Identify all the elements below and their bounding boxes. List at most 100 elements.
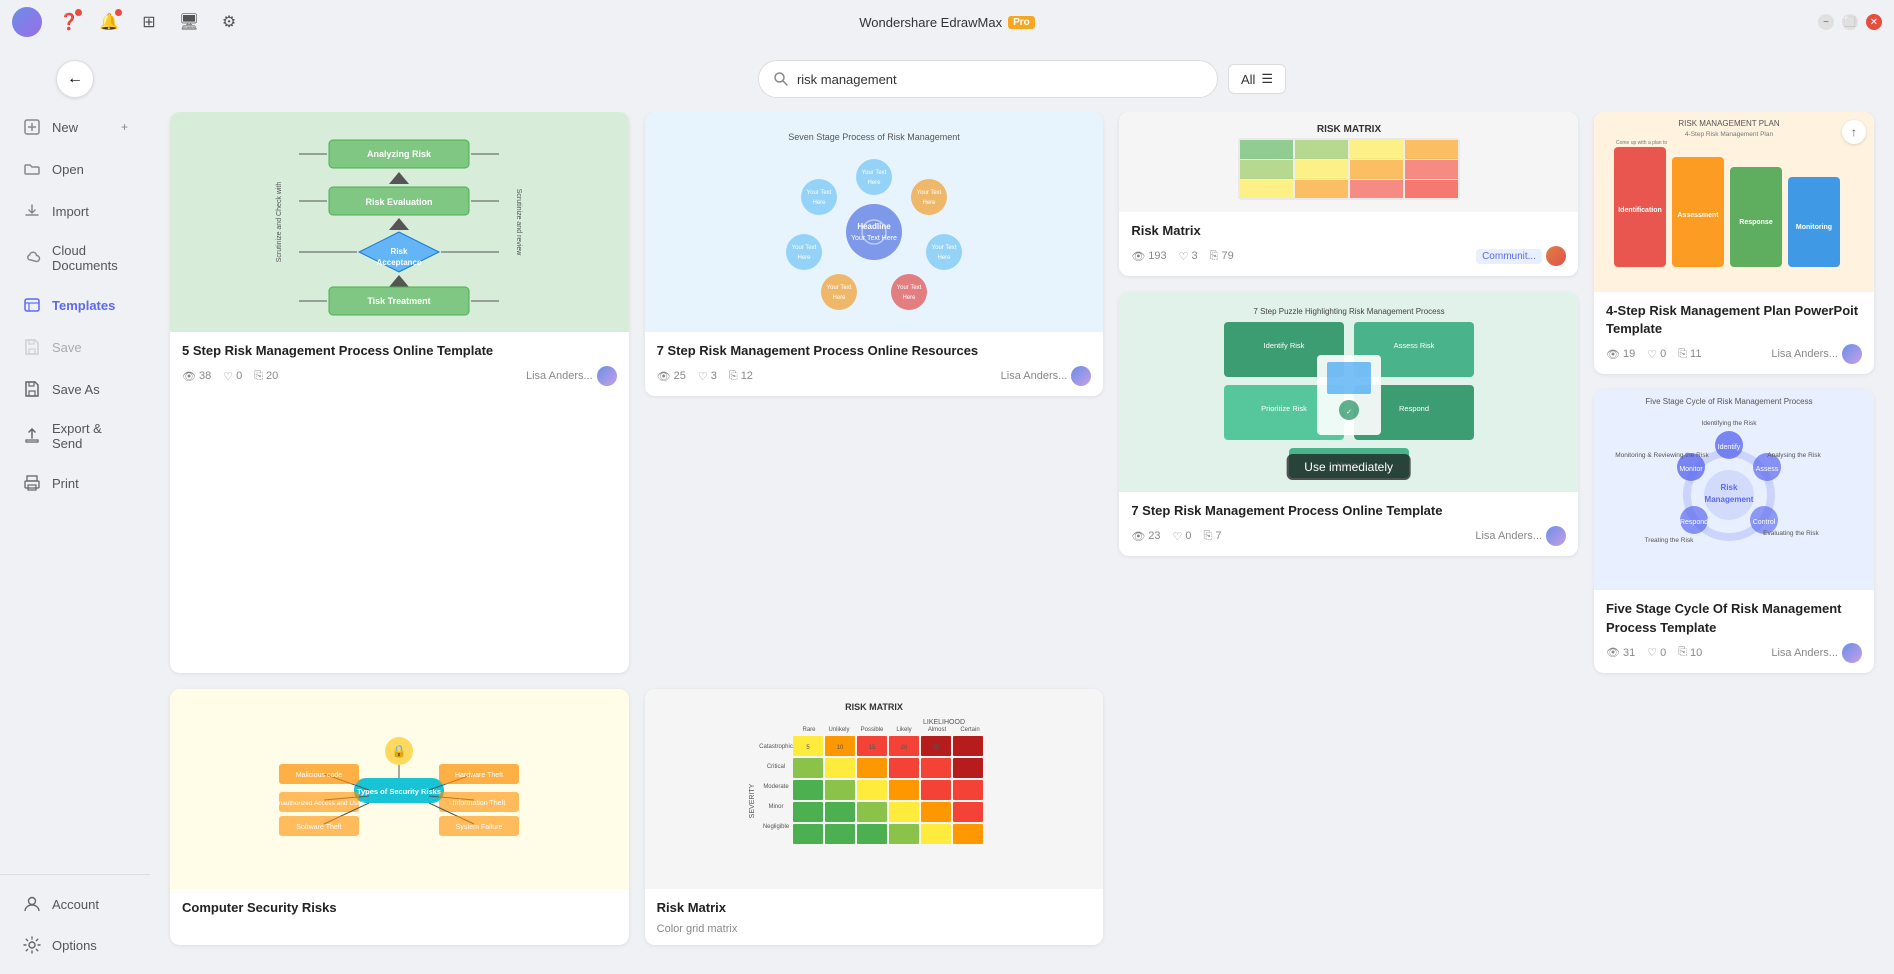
filter-button[interactable]: All ☰: [1228, 64, 1286, 94]
sidebar-item-options[interactable]: Options: [6, 925, 144, 965]
grid-icon[interactable]: ⊞: [136, 9, 162, 35]
svg-text:Risk: Risk: [391, 247, 408, 256]
svg-text:Monitoring & Reviewing the Ris: Monitoring & Reviewing the Risk: [1615, 452, 1709, 459]
svg-text:Your Text: Your Text: [932, 245, 957, 251]
sidebar-item-export[interactable]: Export & Send: [6, 411, 144, 461]
help-icon[interactable]: ❓: [56, 9, 82, 35]
sidebar-new-label: New: [52, 120, 78, 135]
use-btn-7step-tmpl[interactable]: Use immediately: [1286, 454, 1411, 480]
sidebar-options-label: Options: [52, 938, 97, 953]
eye-icon: 👁: [182, 370, 196, 383]
right-card-5stage: Five Stage Cycle of Risk Management Proc…: [1594, 390, 1874, 672]
svg-text:RISK MATRIX: RISK MATRIX: [1317, 124, 1382, 135]
svg-text:Types of Security Risks: Types of Security Risks: [357, 787, 441, 796]
svg-text:Come up with a plan to: Come up with a plan to: [1616, 140, 1667, 146]
svg-text:Risk Evaluation: Risk Evaluation: [366, 197, 433, 207]
svg-text:Identifying the Risk: Identifying the Risk: [1702, 420, 1758, 427]
card-image-risk-matrix-top[interactable]: RISK MATRIX: [1119, 112, 1578, 212]
right-card-body-4step: 4-Step Risk Management Plan PowerPoit Te…: [1594, 292, 1874, 374]
save-icon: [22, 337, 42, 357]
card-title-security: Computer Security Risks: [182, 899, 617, 917]
svg-text:Likely: Likely: [896, 727, 911, 733]
copies-7step-res: ⎘ 12: [729, 370, 753, 383]
card-5step-process: Scrutinize and Check with Scrutinize and…: [170, 112, 629, 673]
author-5step: Lisa Anders...: [526, 366, 617, 386]
svg-text:✓: ✓: [1346, 409, 1352, 416]
sidebar-item-saveas[interactable]: Save As: [6, 369, 144, 409]
svg-text:Monitoring: Monitoring: [1796, 224, 1832, 231]
svg-text:7 Step Puzzle Highlighting Ris: 7 Step Puzzle Highlighting Risk Manageme…: [1253, 307, 1444, 316]
notification-icon[interactable]: 🔔: [96, 9, 122, 35]
sidebar-item-cloud[interactable]: Cloud Documents: [6, 233, 144, 283]
sidebar-item-print[interactable]: Print: [6, 463, 144, 503]
right-card-meta-5stage: 👁 31 ♡ 0 ⎘ 10 Lisa Anders...: [1606, 643, 1862, 663]
card-body-7step-tmpl: 7 Step Risk Management Process Online Te…: [1119, 492, 1578, 556]
svg-text:Response: Response: [1739, 219, 1773, 226]
sidebar-print-label: Print: [52, 476, 79, 491]
col3-cards: RISK MATRIX: [1119, 112, 1578, 673]
svg-text:Unauthorized Access and Uses: Unauthorized Access and Uses: [274, 800, 365, 807]
card-image-7step-tmpl[interactable]: 7 Step Puzzle Highlighting Risk Manageme…: [1119, 292, 1578, 492]
templates-icon: [22, 295, 42, 315]
sidebar-item-save[interactable]: Save: [6, 327, 144, 367]
right-card-body-5stage: Five Stage Cycle Of Risk Management Proc…: [1594, 590, 1874, 672]
svg-text:Critical: Critical: [767, 764, 785, 770]
monitor-icon[interactable]: 🖥: [176, 9, 202, 35]
search-container: All ☰: [170, 44, 1874, 112]
card-meta-7step-res: 👁 25 ♡ 3 ⎘ 12 Lisa Anders...: [657, 366, 1092, 386]
card-7step-template: 7 Step Puzzle Highlighting Risk Manageme…: [1119, 292, 1578, 556]
right-card-image-5stage[interactable]: Five Stage Cycle of Risk Management Proc…: [1594, 390, 1874, 590]
card-image-5step[interactable]: Scrutinize and Check with Scrutinize and…: [170, 112, 629, 332]
settings-icon[interactable]: ⚙: [216, 9, 242, 35]
card-body-security: Computer Security Risks: [170, 889, 629, 933]
app-title: Wondershare EdrawMax Pro: [859, 15, 1035, 30]
sidebar-bottom: Account Options: [0, 874, 150, 966]
svg-text:Here: Here: [922, 200, 936, 206]
scroll-up-icon[interactable]: ↑: [1842, 120, 1866, 144]
sidebar-item-templates[interactable]: Templates: [6, 285, 144, 325]
avatar[interactable]: [12, 7, 42, 37]
svg-text:Monitor: Monitor: [1679, 466, 1703, 473]
print-icon: [22, 473, 42, 493]
svg-text:Your Text: Your Text: [897, 285, 922, 291]
col2-cards: Seven Stage Process of Risk Management H…: [645, 112, 1104, 673]
right-card-image-4step[interactable]: ↑ RISK MANAGEMENT PLAN 4-Step Risk Manag…: [1594, 112, 1874, 292]
svg-text:Certain: Certain: [960, 727, 979, 733]
card-image-security[interactable]: Types of Security Risks 🔒 Malicious code…: [170, 689, 629, 889]
sidebar-item-import[interactable]: Import: [6, 191, 144, 231]
minimize-button[interactable]: −: [1818, 14, 1834, 30]
sidebar-item-new[interactable]: New +: [6, 107, 144, 147]
filter-icon: ☰: [1261, 71, 1273, 87]
svg-text:Moderate: Moderate: [763, 784, 789, 790]
cloud-icon: [22, 248, 42, 268]
svg-text:Your Text: Your Text: [917, 190, 942, 196]
sidebar-export-label: Export & Send: [52, 421, 128, 451]
right-card-meta-4step: 👁 19 ♡ 0 ⎘ 11 Lisa Anders...: [1606, 344, 1862, 364]
sidebar-import-label: Import: [52, 204, 89, 219]
svg-text:Assessment: Assessment: [1677, 212, 1719, 219]
card-image-risk-matrix-color[interactable]: RISK MATRIX LIKELIHOOD SEVERITY Rare Unl…: [645, 689, 1104, 889]
sidebar-item-open[interactable]: Open: [6, 149, 144, 189]
sidebar-item-account[interactable]: Account: [6, 884, 144, 924]
app-name-text: Wondershare EdrawMax: [859, 15, 1002, 30]
back-button[interactable]: ←: [56, 60, 94, 98]
svg-text:SEVERITY: SEVERITY: [749, 784, 756, 819]
likes-7step-res: ♡ 3: [698, 370, 717, 383]
search-bar[interactable]: [758, 60, 1218, 98]
5stage-cycle-svg: Five Stage Cycle of Risk Management Proc…: [1594, 390, 1864, 575]
open-icon: [22, 159, 42, 179]
card-image-7step-res[interactable]: Seven Stage Process of Risk Management H…: [645, 112, 1104, 332]
views-5step: 👁 38: [182, 370, 211, 383]
search-input[interactable]: [797, 72, 1203, 87]
filter-label: All: [1241, 72, 1255, 87]
sidebar: ← New + Open Import Cloud Document: [0, 44, 150, 974]
maximize-button[interactable]: ⬜: [1842, 14, 1858, 30]
titlebar-left: ❓ 🔔 ⊞ 🖥 ⚙: [12, 7, 242, 37]
svg-text:Scrutinize and Check with: Scrutinize and Check with: [276, 182, 283, 263]
flow-diagram-svg: Scrutinize and Check with Scrutinize and…: [269, 122, 529, 322]
heart-icon: ♡: [223, 370, 233, 383]
sidebar-open-label: Open: [52, 162, 84, 177]
right-card-title-4step: 4-Step Risk Management Plan PowerPoit Te…: [1606, 302, 1862, 338]
svg-text:Here: Here: [812, 200, 826, 206]
close-button[interactable]: ✕: [1866, 14, 1882, 30]
